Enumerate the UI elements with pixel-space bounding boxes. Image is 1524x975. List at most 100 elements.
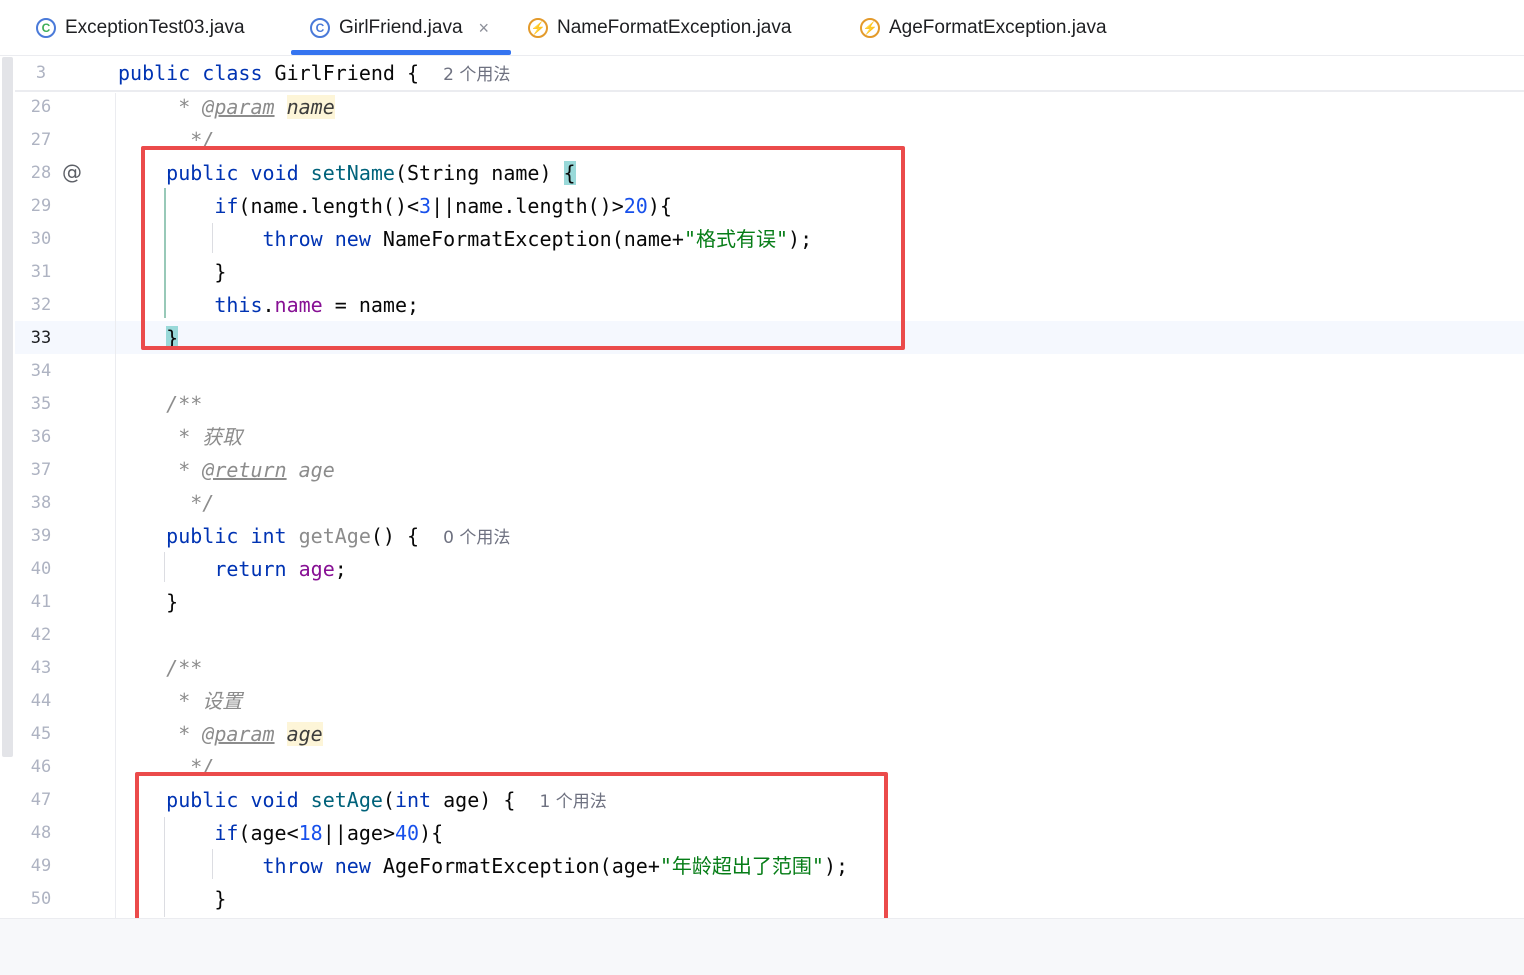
highlight-box-setName: [141, 146, 905, 350]
highlight-box-setAge: [135, 772, 888, 941]
code-token: *: [166, 95, 203, 119]
code-token: age: [286, 458, 335, 482]
code-token: name: [286, 95, 335, 119]
usage-hint[interactable]: 0 个用法: [443, 528, 510, 548]
code-text[interactable]: * 获取: [118, 425, 242, 449]
code-text[interactable]: * @return age: [118, 458, 335, 482]
code-token: }: [118, 590, 179, 614]
line-number[interactable]: 30: [16, 229, 66, 249]
line-number[interactable]: 33: [16, 328, 66, 348]
code-text[interactable]: /**: [118, 656, 202, 680]
line-number[interactable]: 39: [16, 526, 66, 546]
code-text[interactable]: return age;: [118, 557, 346, 581]
line-number[interactable]: 34: [16, 361, 66, 381]
code-token: @param: [202, 722, 275, 746]
code-line[interactable]: 38 */: [0, 487, 1524, 520]
code-line[interactable]: 43 /**: [0, 652, 1524, 685]
line-number[interactable]: 45: [16, 724, 66, 744]
line-number[interactable]: 35: [16, 394, 66, 414]
code-line[interactable]: 42: [0, 619, 1524, 652]
code-token: * 设置: [166, 689, 243, 713]
line-number[interactable]: 32: [16, 295, 66, 315]
tab-nameformatexception-java[interactable]: ⚡ NameFormatException.java: [528, 0, 791, 56]
code-text[interactable]: */: [118, 491, 214, 515]
code-text[interactable]: }: [118, 590, 178, 614]
line-number[interactable]: 38: [16, 493, 66, 513]
line-number[interactable]: 36: [16, 427, 66, 447]
code-token: /**: [166, 392, 203, 416]
code-text[interactable]: * @param age: [118, 722, 323, 746]
code-token: getAge: [298, 524, 371, 548]
code-token: *: [166, 458, 203, 482]
sticky-scroll-line[interactable]: 3 public class GirlFriend { 2 个用法: [0, 57, 1524, 90]
code-text[interactable]: public int getAge() { 0 个用法: [118, 524, 510, 550]
code-line[interactable]: 39 public int getAge() { 0 个用法: [0, 520, 1524, 553]
code-token: @return: [202, 458, 287, 482]
class-icon: C: [310, 18, 330, 38]
editor-bottom-area: [0, 918, 1524, 975]
line-number[interactable]: 44: [16, 691, 66, 711]
line-number[interactable]: 26: [16, 97, 66, 117]
line-number[interactable]: 43: [16, 658, 66, 678]
line-number[interactable]: 47: [16, 790, 66, 810]
line-number[interactable]: 27: [16, 130, 66, 150]
code-text[interactable]: * @param name: [118, 95, 335, 119]
tab-exceptiontest03-java[interactable]: C ExceptionTest03.java: [36, 0, 245, 56]
usage-hint[interactable]: 2 个用法: [443, 65, 510, 85]
code-line[interactable]: 36 * 获取: [0, 421, 1524, 454]
code-line[interactable]: 35 /**: [0, 388, 1524, 421]
active-tab-indicator: [291, 50, 511, 55]
code-token: */: [166, 491, 215, 515]
exception-class-icon: ⚡: [860, 18, 880, 38]
line-number[interactable]: 40: [16, 559, 66, 579]
tab-label: ExceptionTest03.java: [65, 17, 245, 38]
code-line[interactable]: 37 * @return age: [0, 454, 1524, 487]
code-token: age: [286, 722, 323, 746]
tab-label: GirlFriend.java: [339, 17, 463, 38]
line-number[interactable]: 46: [16, 757, 66, 777]
code-line[interactable]: 26 * @param name: [0, 91, 1524, 124]
code-token: *: [166, 722, 203, 746]
indent-guide-getAge: [164, 552, 165, 582]
line-number[interactable]: 41: [16, 592, 66, 612]
code-text[interactable]: public class GirlFriend { 2 个用法: [118, 61, 510, 87]
code-token: public int: [166, 524, 299, 548]
line-number[interactable]: 28: [16, 163, 66, 183]
line-number[interactable]: 3: [16, 63, 66, 83]
line-number[interactable]: 48: [16, 823, 66, 843]
code-line[interactable]: 44 * 设置: [0, 685, 1524, 718]
code-line[interactable]: 45 * @param age: [0, 718, 1524, 751]
code-token: /**: [166, 656, 203, 680]
tab-girlfriend-java[interactable]: C GirlFriend.java ×: [310, 0, 489, 56]
code-line[interactable]: 40 return age;: [0, 553, 1524, 586]
overrides-gutter-icon[interactable]: @: [62, 160, 82, 184]
line-number[interactable]: 37: [16, 460, 66, 480]
code-token: return: [214, 557, 299, 581]
close-tab-icon[interactable]: ×: [479, 18, 490, 39]
line-number[interactable]: 29: [16, 196, 66, 216]
line-number[interactable]: 49: [16, 856, 66, 876]
line-number[interactable]: 31: [16, 262, 66, 282]
code-text[interactable]: * 设置: [118, 689, 242, 713]
editor-tab-bar: C ExceptionTest03.java C GirlFriend.java × ⚡ N…: [0, 0, 1524, 56]
code-line[interactable]: 41 }: [0, 586, 1524, 619]
line-number[interactable]: 42: [16, 625, 66, 645]
code-token: () {: [370, 524, 444, 548]
line-number[interactable]: 50: [16, 889, 66, 909]
code-token: public class: [118, 61, 275, 85]
run-class-icon: C: [36, 18, 56, 38]
code-token: * 获取: [166, 425, 243, 449]
code-text[interactable]: /**: [118, 392, 202, 416]
exception-class-icon: ⚡: [528, 18, 548, 38]
code-line[interactable]: 34: [0, 355, 1524, 388]
tab-ageformatexception-java[interactable]: ⚡ AgeFormatException.java: [860, 0, 1107, 56]
